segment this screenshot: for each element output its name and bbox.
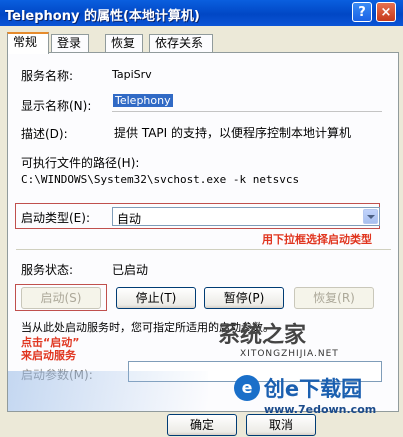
tab-label: 常规 [13,35,38,49]
title-bar[interactable]: Telephony 的属性(本地计算机) ? × [0,0,403,26]
site-watermark: 系统之家 XITONGZHIJIA.NET [218,317,339,359]
service-name-value: TapiSrv [112,68,152,81]
start-button[interactable]: 启动(S) [21,287,101,309]
exe-path-value: C:\WINDOWS\System32\svchost.exe -k netsv… [21,173,300,186]
start-annotation-line2: 来启动服务 [21,349,76,362]
display-name-field[interactable]: Telephony [112,93,382,112]
logo-icon: e [234,375,260,401]
display-name-label: 显示名称(N): [21,99,92,113]
logo-watermark: e 创e下载园 www.7edown.com [234,373,376,416]
general-panel: 服务名称: TapiSrv 显示名称(N): Telephony 描述(D): … [7,52,399,416]
startup-type-value: 自动 [117,212,142,226]
display-name-value: Telephony [113,94,173,107]
exe-path-label: 可执行文件的路径(H): [21,156,140,170]
service-status-value: 已启动 [112,263,149,277]
help-button[interactable]: ? [352,2,372,22]
tab-logon[interactable]: 登录 [51,34,89,52]
service-name-label: 服务名称: [21,69,74,83]
window-title: Telephony 的属性(本地计算机) [5,9,200,24]
logo-text: 创e下载园 [263,377,363,401]
tab-recovery[interactable]: 恢复 [105,34,143,52]
close-icon: × [380,5,392,20]
service-status-label: 服务状态: [21,263,74,277]
tab-label: 恢复 [111,36,136,50]
dropdown-annotation: 用下拉框选择启动类型 [262,233,372,246]
site-watermark-url: XITONGZHIJIA.NET [240,349,339,359]
startup-type-label: 启动类型(E): [21,211,90,225]
cancel-button[interactable]: 取消 [246,414,316,436]
ok-button[interactable]: 确定 [167,414,237,436]
tab-label: 登录 [57,36,82,50]
resume-button[interactable]: 恢复(R) [294,287,374,309]
pause-button[interactable]: 暂停(P) [204,287,284,309]
tab-dependencies[interactable]: 依存关系 [149,34,213,52]
tab-general[interactable]: 常规 [7,32,49,54]
description-label: 描述(D): [21,127,68,141]
decorative-swoosh [8,371,208,411]
divider [16,249,391,250]
site-watermark-name: 系统之家 [218,323,307,348]
close-button[interactable]: × [376,2,396,22]
stop-button[interactable]: 停止(T) [116,287,196,309]
help-icon: ? [358,5,366,20]
description-field[interactable]: 提供 TAPI 的支持，以便程序控制本地计算机 [112,121,382,145]
chevron-down-icon[interactable] [363,209,378,224]
startup-type-dropdown[interactable]: 自动 [112,207,380,226]
tab-label: 依存关系 [155,36,204,50]
description-value: 提供 TAPI 的支持，以便程序控制本地计算机 [114,126,352,140]
